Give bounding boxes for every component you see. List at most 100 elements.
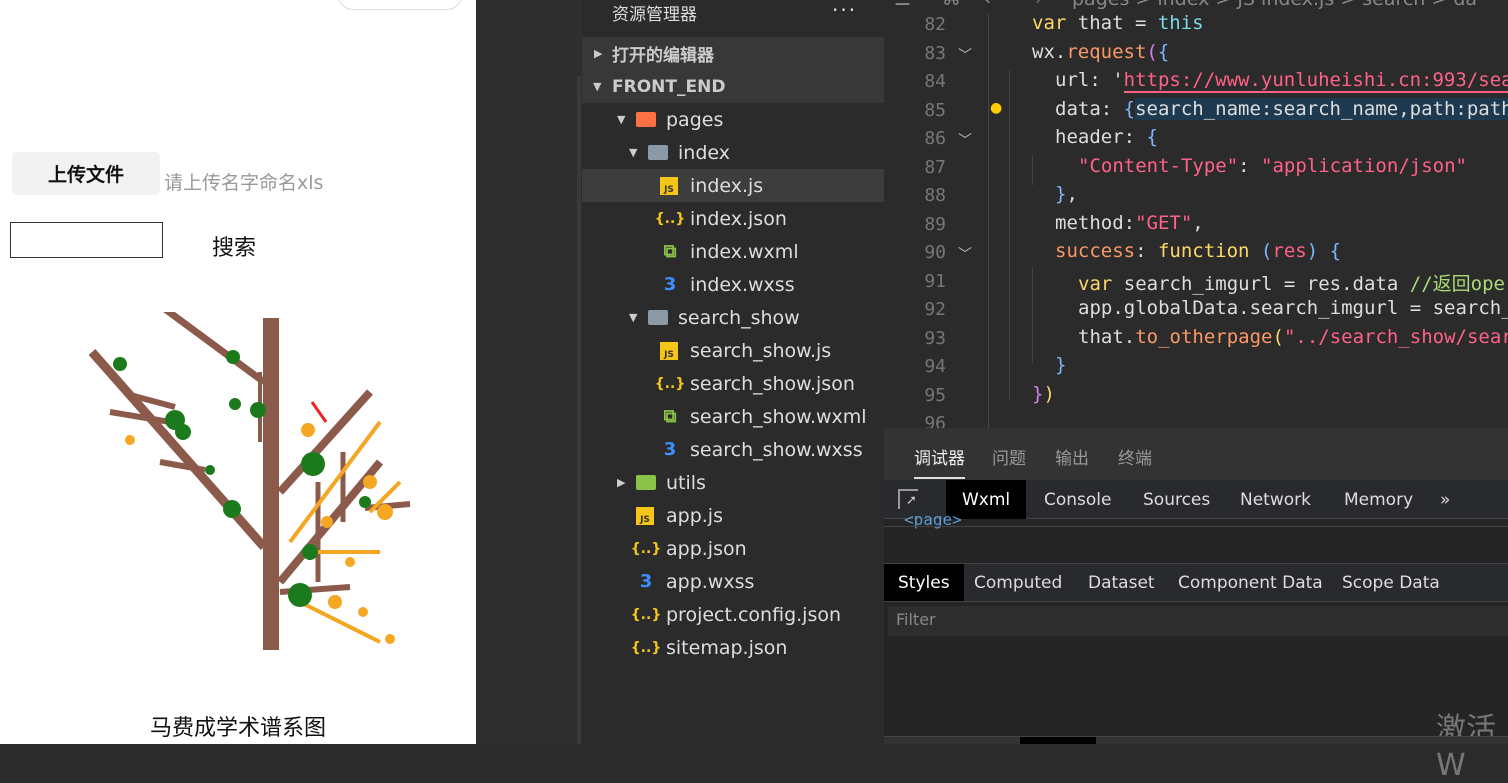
styles-filter-input[interactable]: Filter [888, 606, 1508, 636]
fold-chevron-icon[interactable]: ﹀ [958, 244, 972, 264]
code-line[interactable]: app.globalData.search_imgurl = search_ [1078, 297, 1508, 319]
line-number: 89 [924, 213, 946, 235]
wxml-file-icon: ⧉ [663, 241, 677, 262]
code-line[interactable]: var search_imgurl = res.data //返回ope [1078, 269, 1505, 296]
code-line[interactable]: var that = this [1032, 12, 1204, 34]
code-line[interactable]: wx.request({ [1032, 41, 1169, 63]
code-line[interactable]: header: { [1055, 126, 1158, 148]
line-number: 88 [924, 185, 946, 206]
tree-item-label: index.wxss [690, 273, 795, 296]
code-token: "../search_show/sear [1283, 325, 1508, 348]
line-number: 92 [924, 299, 946, 320]
tree-item-label: index.wxml [690, 240, 799, 263]
code-token: method: [1055, 211, 1136, 234]
tree-item[interactable]: JS search_show.js [582, 334, 884, 367]
tree-item[interactable]: ▼ index [582, 136, 884, 169]
tab-component-data[interactable]: Component Data [1162, 564, 1339, 601]
json-file-icon: {..} [630, 639, 662, 656]
tree-item[interactable]: ▼ search_show [582, 301, 884, 334]
tree-item[interactable]: {..} project.config.json [582, 598, 884, 631]
code-line[interactable]: method:"GET", [1055, 212, 1204, 234]
tree-item[interactable]: ⧉ search_show.wxml [582, 400, 884, 433]
tab-computed[interactable]: Computed [958, 564, 1078, 601]
tab-debugger[interactable]: 调试器 [914, 444, 965, 479]
folder-icon [636, 112, 656, 127]
chevron-down-icon[interactable]: ▼ [629, 311, 637, 324]
json-file-icon: {..} [654, 210, 686, 227]
tree-item[interactable]: {..} search_show.json [582, 367, 884, 400]
line-number: 96 [924, 413, 946, 428]
code-line[interactable]: data: {search_name:search_name,path:path [1055, 97, 1508, 120]
code-token: "application/json" [1261, 154, 1467, 177]
code-token: ) [1043, 382, 1055, 405]
code-line[interactable]: that.to_otherpage("../search_show/sear [1078, 326, 1508, 348]
tab-output[interactable]: 输出 [1055, 444, 1089, 469]
outline-icon[interactable]: ☰ [894, 0, 911, 10]
search-button[interactable]: 搜索 [212, 230, 256, 262]
code-token: that = [1066, 12, 1158, 34]
lightbulb-icon[interactable]: ● [990, 100, 1002, 116]
tab-console[interactable]: Console [1028, 480, 1128, 519]
code-token: that. [1078, 325, 1136, 348]
tree-item[interactable]: ▶ utils [582, 466, 884, 499]
chevron-right-icon[interactable]: ▶ [617, 476, 625, 489]
file-explorer: 资源管理器 ··· ▶ 打开的编辑器 ▼ FRONT_END ▼ pages ▼ in… [582, 0, 884, 744]
upload-hint: 请上传名字命名xls [164, 172, 324, 194]
tab-terminal[interactable]: 终端 [1118, 444, 1152, 469]
tree-item[interactable]: ⧉ index.wxml [582, 235, 884, 268]
tree-item[interactable]: 3 search_show.wxss [582, 433, 884, 466]
breadcrumb-path[interactable]: pages > index > JS index.js > search > d… [1072, 0, 1477, 10]
code-line[interactable]: url: 'https://www.yunluheishi.cn:993/sea [1055, 69, 1508, 93]
tab-styles[interactable]: Styles [884, 564, 964, 601]
code-line[interactable]: "Content-Type": "application/json" [1078, 155, 1467, 177]
folder-icon [636, 475, 656, 490]
back-icon[interactable]: ← [984, 0, 1000, 10]
open-editors-section[interactable]: ▶ 打开的编辑器 [582, 37, 884, 70]
fold-chevron-icon[interactable]: ﹀ [958, 130, 972, 150]
tree-item[interactable]: 3 app.wxss [582, 565, 884, 598]
line-number: 85 [924, 99, 946, 121]
tab-dataset[interactable]: Dataset [1072, 564, 1171, 601]
forward-icon[interactable]: → [1026, 0, 1042, 10]
more-tabs-icon[interactable]: » [1424, 480, 1466, 519]
tree-item[interactable]: ▼ pages [582, 103, 884, 136]
tab-network[interactable]: Network [1224, 480, 1327, 519]
wxss-file-icon: 3 [663, 274, 677, 295]
code-editor[interactable]: ☰ ⌘ ← → pages > index > JS index.js > se… [884, 0, 1508, 428]
search-input[interactable] [10, 222, 163, 258]
scrollbar[interactable] [577, 76, 581, 744]
code-token: search_name:search_name,path:path [1135, 97, 1508, 120]
code-token: { [1329, 240, 1342, 262]
tab-sources[interactable]: Sources [1127, 480, 1226, 519]
tree-item[interactable]: JS index.js [582, 169, 884, 202]
bookmark-icon[interactable]: ⌘ [942, 0, 961, 10]
upload-file-button[interactable]: 上传文件 [12, 152, 160, 195]
code-line[interactable]: }) [1032, 383, 1055, 405]
tree-item[interactable]: JS app.js [582, 499, 884, 532]
chevron-down-icon[interactable]: ▼ [617, 113, 625, 126]
chevron-down-icon[interactable]: ▼ [629, 146, 637, 159]
inspect-element-icon[interactable]: ➚ [898, 489, 918, 509]
line-number: 82 [924, 14, 946, 35]
tree-item-label: pages [666, 108, 724, 131]
more-actions-icon[interactable]: ··· [832, 0, 857, 22]
tab-memory[interactable]: Memory [1328, 480, 1429, 519]
code-line[interactable]: } [1055, 354, 1066, 376]
capsule-button[interactable] [338, 0, 462, 10]
tree-item[interactable]: 3 index.wxss [582, 268, 884, 301]
code-token: to_otherpage [1135, 325, 1273, 348]
fold-chevron-icon[interactable]: ﹀ [958, 45, 972, 65]
tab-problems[interactable]: 问题 [992, 444, 1026, 469]
tree-item[interactable]: {..} app.json [582, 532, 884, 565]
project-section[interactable]: ▼ FRONT_END [582, 70, 884, 103]
code-token: ( [1272, 325, 1284, 348]
section-label: FRONT_END [612, 76, 726, 97]
tab-scope-data[interactable]: Scope Data [1326, 564, 1456, 601]
tree-item[interactable]: {..} sitemap.json [582, 631, 884, 664]
code-line[interactable]: }, [1055, 183, 1078, 205]
json-file-icon: {..} [654, 375, 686, 392]
tree-caption: 马费成学术谱系图 [149, 716, 326, 741]
tree-item[interactable]: {..} index.json [582, 202, 884, 235]
code-line[interactable]: success: function (res) { [1055, 240, 1341, 262]
horizontal-scrollbar[interactable] [1020, 737, 1096, 744]
